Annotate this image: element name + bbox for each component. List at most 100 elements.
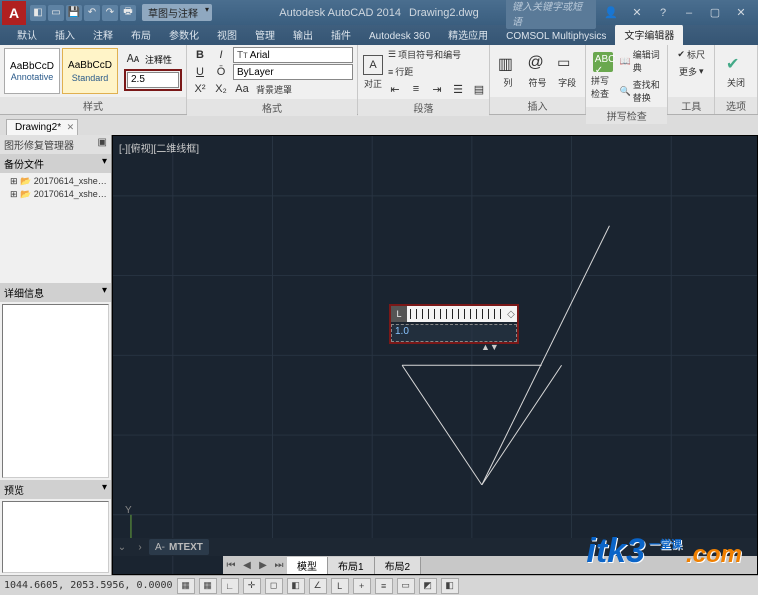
exchange-icon[interactable]: ✕ xyxy=(626,5,648,21)
qat-redo-icon[interactable]: ↷ xyxy=(102,5,118,21)
preview-header[interactable]: 预览▾ xyxy=(0,480,111,499)
help-icon[interactable]: ? xyxy=(652,5,674,21)
ribbon-tab[interactable]: 精选应用 xyxy=(439,24,497,45)
style-standard[interactable]: AaBbCcD Standard xyxy=(62,48,118,94)
viewport-label[interactable]: [-][俯视][二维线框] xyxy=(119,140,199,155)
close-doc-icon[interactable]: ✕ xyxy=(67,122,75,133)
layout-tab[interactable]: 布局2 xyxy=(375,557,422,574)
mtext-ruler[interactable]: L ◇ xyxy=(391,306,517,322)
layout-nav-first-icon[interactable]: ⏮ xyxy=(223,560,239,571)
minimize-button[interactable]: – xyxy=(678,5,700,21)
align-justify-icon[interactable]: ☰ xyxy=(449,81,467,97)
osnap-toggle[interactable]: ◻ xyxy=(265,578,283,594)
app-menu-button[interactable]: A xyxy=(2,1,26,25)
bullets-button[interactable]: ☰ 项目符号和编号 xyxy=(386,47,488,62)
lwt-toggle[interactable]: ≡ xyxy=(375,578,393,594)
tree-item[interactable]: 20170614_xshe… xyxy=(2,175,109,188)
style-annotative[interactable]: AaBbCcD Annotative xyxy=(4,48,60,94)
backup-tree[interactable]: 20170614_xshe… 20170614_xshe… xyxy=(0,173,111,283)
qat-save-icon[interactable]: 💾 xyxy=(66,5,82,21)
ortho-toggle[interactable]: ∟ xyxy=(221,578,239,594)
ribbon-tab[interactable]: 参数化 xyxy=(160,24,208,45)
find-replace-button[interactable]: 🔍 查找和替换 xyxy=(618,77,664,105)
qat-undo-icon[interactable]: ↶ xyxy=(84,5,100,21)
help-search-input[interactable]: 键入关键字或短语 xyxy=(506,0,596,29)
layout-nav-next-icon[interactable]: ▶ xyxy=(255,560,271,571)
edit-dictionary-button[interactable]: 📖 编辑词典 xyxy=(618,47,664,75)
align-left-icon[interactable]: ⇤ xyxy=(386,81,404,97)
ducs-toggle[interactable]: L xyxy=(331,578,349,594)
columns-button[interactable]: ▥列 xyxy=(494,48,522,94)
drawing-canvas[interactable]: [-][俯视][二维线框] Y X L ◇ 1.0 ▲▼ ⌄ › A- MTEX… xyxy=(112,135,758,575)
qat-print-icon[interactable]: 🖶 xyxy=(120,5,136,21)
text-height-input[interactable] xyxy=(127,72,179,88)
qat-new-icon[interactable]: ◧ xyxy=(30,5,46,21)
linespacing-button[interactable]: ≡ 行距 xyxy=(386,64,488,79)
annotative-icon[interactable]: 🗛 xyxy=(124,52,142,68)
qat-open-icon[interactable]: ▭ xyxy=(48,5,64,21)
layout-nav-prev-icon[interactable]: ◀ xyxy=(239,560,255,571)
spellcheck-button[interactable]: ABC✓拼写检查 xyxy=(590,53,616,99)
ribbon-tab[interactable]: 管理 xyxy=(246,24,284,45)
details-header[interactable]: 详细信息▾ xyxy=(0,283,111,302)
ribbon-tab[interactable]: 视图 xyxy=(208,24,246,45)
subscript-button[interactable]: X₂ xyxy=(212,81,230,97)
snap-toggle[interactable]: ▦ xyxy=(177,578,195,594)
dyn-toggle[interactable]: + xyxy=(353,578,371,594)
ribbon-tab[interactable]: 注释 xyxy=(84,24,122,45)
bold-button[interactable]: B xyxy=(191,47,209,63)
coordinates-readout[interactable]: 1044.6605, 2053.5956, 0.0000 xyxy=(4,580,173,591)
layout-tab[interactable]: 布局1 xyxy=(328,557,375,574)
maximize-button[interactable]: ▢ xyxy=(704,5,726,21)
ruler-width-grip-icon[interactable]: ◇ xyxy=(505,309,517,320)
mtext-input[interactable]: 1.0 xyxy=(391,324,517,342)
layer-color-dropdown[interactable] xyxy=(233,64,353,80)
sign-in-icon[interactable]: 👤 xyxy=(600,5,622,21)
ruler-toggle[interactable]: ✔ 标尺 xyxy=(675,47,707,62)
ribbon-tab[interactable]: Autodesk 360 xyxy=(360,28,439,45)
ribbon-tab[interactable]: 插件 xyxy=(322,24,360,45)
polar-toggle[interactable]: ✛ xyxy=(243,578,261,594)
underline-button[interactable]: U xyxy=(191,64,209,80)
overline-button[interactable]: Ō xyxy=(212,64,230,80)
align-right-icon[interactable]: ⇥ xyxy=(428,81,446,97)
clear-format-button[interactable]: Aa xyxy=(233,81,251,97)
palette-close-icon[interactable]: ▣ xyxy=(98,137,107,152)
font-dropdown[interactable]: Arial xyxy=(233,47,353,63)
3dosnap-toggle[interactable]: ◧ xyxy=(287,578,305,594)
align-dist-icon[interactable]: ▤ xyxy=(470,81,488,97)
layout-tab-model[interactable]: 模型 xyxy=(287,557,328,574)
cmd-expand-icon[interactable]: › xyxy=(131,542,149,553)
tpy-toggle[interactable]: ▭ xyxy=(397,578,415,594)
sc-toggle[interactable]: ◧ xyxy=(441,578,459,594)
ribbon-tab[interactable]: 插入 xyxy=(46,24,84,45)
ruler-corner-icon[interactable]: L xyxy=(391,306,407,322)
command-line[interactable]: ⌄ › A- MTEXT xyxy=(113,538,757,556)
backup-files-header[interactable]: 备份文件▾ xyxy=(0,154,111,173)
more-button[interactable]: 更多 ▾ xyxy=(677,64,706,79)
ruler-ticks[interactable] xyxy=(410,309,502,319)
justify-button[interactable]: A 对正 xyxy=(362,49,384,95)
ribbon-tab[interactable]: COMSOL Multiphysics xyxy=(497,28,615,45)
workspace-dropdown[interactable]: 草图与注释 xyxy=(142,4,212,21)
align-center-icon[interactable]: ≡ xyxy=(407,81,425,97)
ribbon-tab[interactable]: 默认 xyxy=(8,24,46,45)
column-grip-icon[interactable]: ▲▼ xyxy=(481,342,499,352)
field-button[interactable]: ▭字段 xyxy=(553,48,581,94)
superscript-button[interactable]: X² xyxy=(191,81,209,97)
mask-button[interactable]: 背景遮罩 xyxy=(254,82,294,97)
close-button[interactable]: ✕ xyxy=(730,5,752,21)
layout-nav-last-icon[interactable]: ⏭ xyxy=(271,560,287,571)
symbol-button[interactable]: @符号 xyxy=(524,48,552,94)
qp-toggle[interactable]: ◩ xyxy=(419,578,437,594)
cmd-history-icon[interactable]: ⌄ xyxy=(113,542,131,553)
canvas-svg xyxy=(113,136,757,575)
ribbon-tab[interactable]: 输出 xyxy=(284,24,322,45)
close-editor-button[interactable]: ✔关闭 xyxy=(719,48,753,94)
otrack-toggle[interactable]: ∠ xyxy=(309,578,327,594)
italic-button[interactable]: I xyxy=(212,47,230,63)
ribbon-tab[interactable]: 布局 xyxy=(122,24,160,45)
document-tab[interactable]: Drawing2*✕ xyxy=(6,119,78,135)
tree-item[interactable]: 20170614_xshe… xyxy=(2,188,109,201)
grid-toggle[interactable]: ▦ xyxy=(199,578,217,594)
